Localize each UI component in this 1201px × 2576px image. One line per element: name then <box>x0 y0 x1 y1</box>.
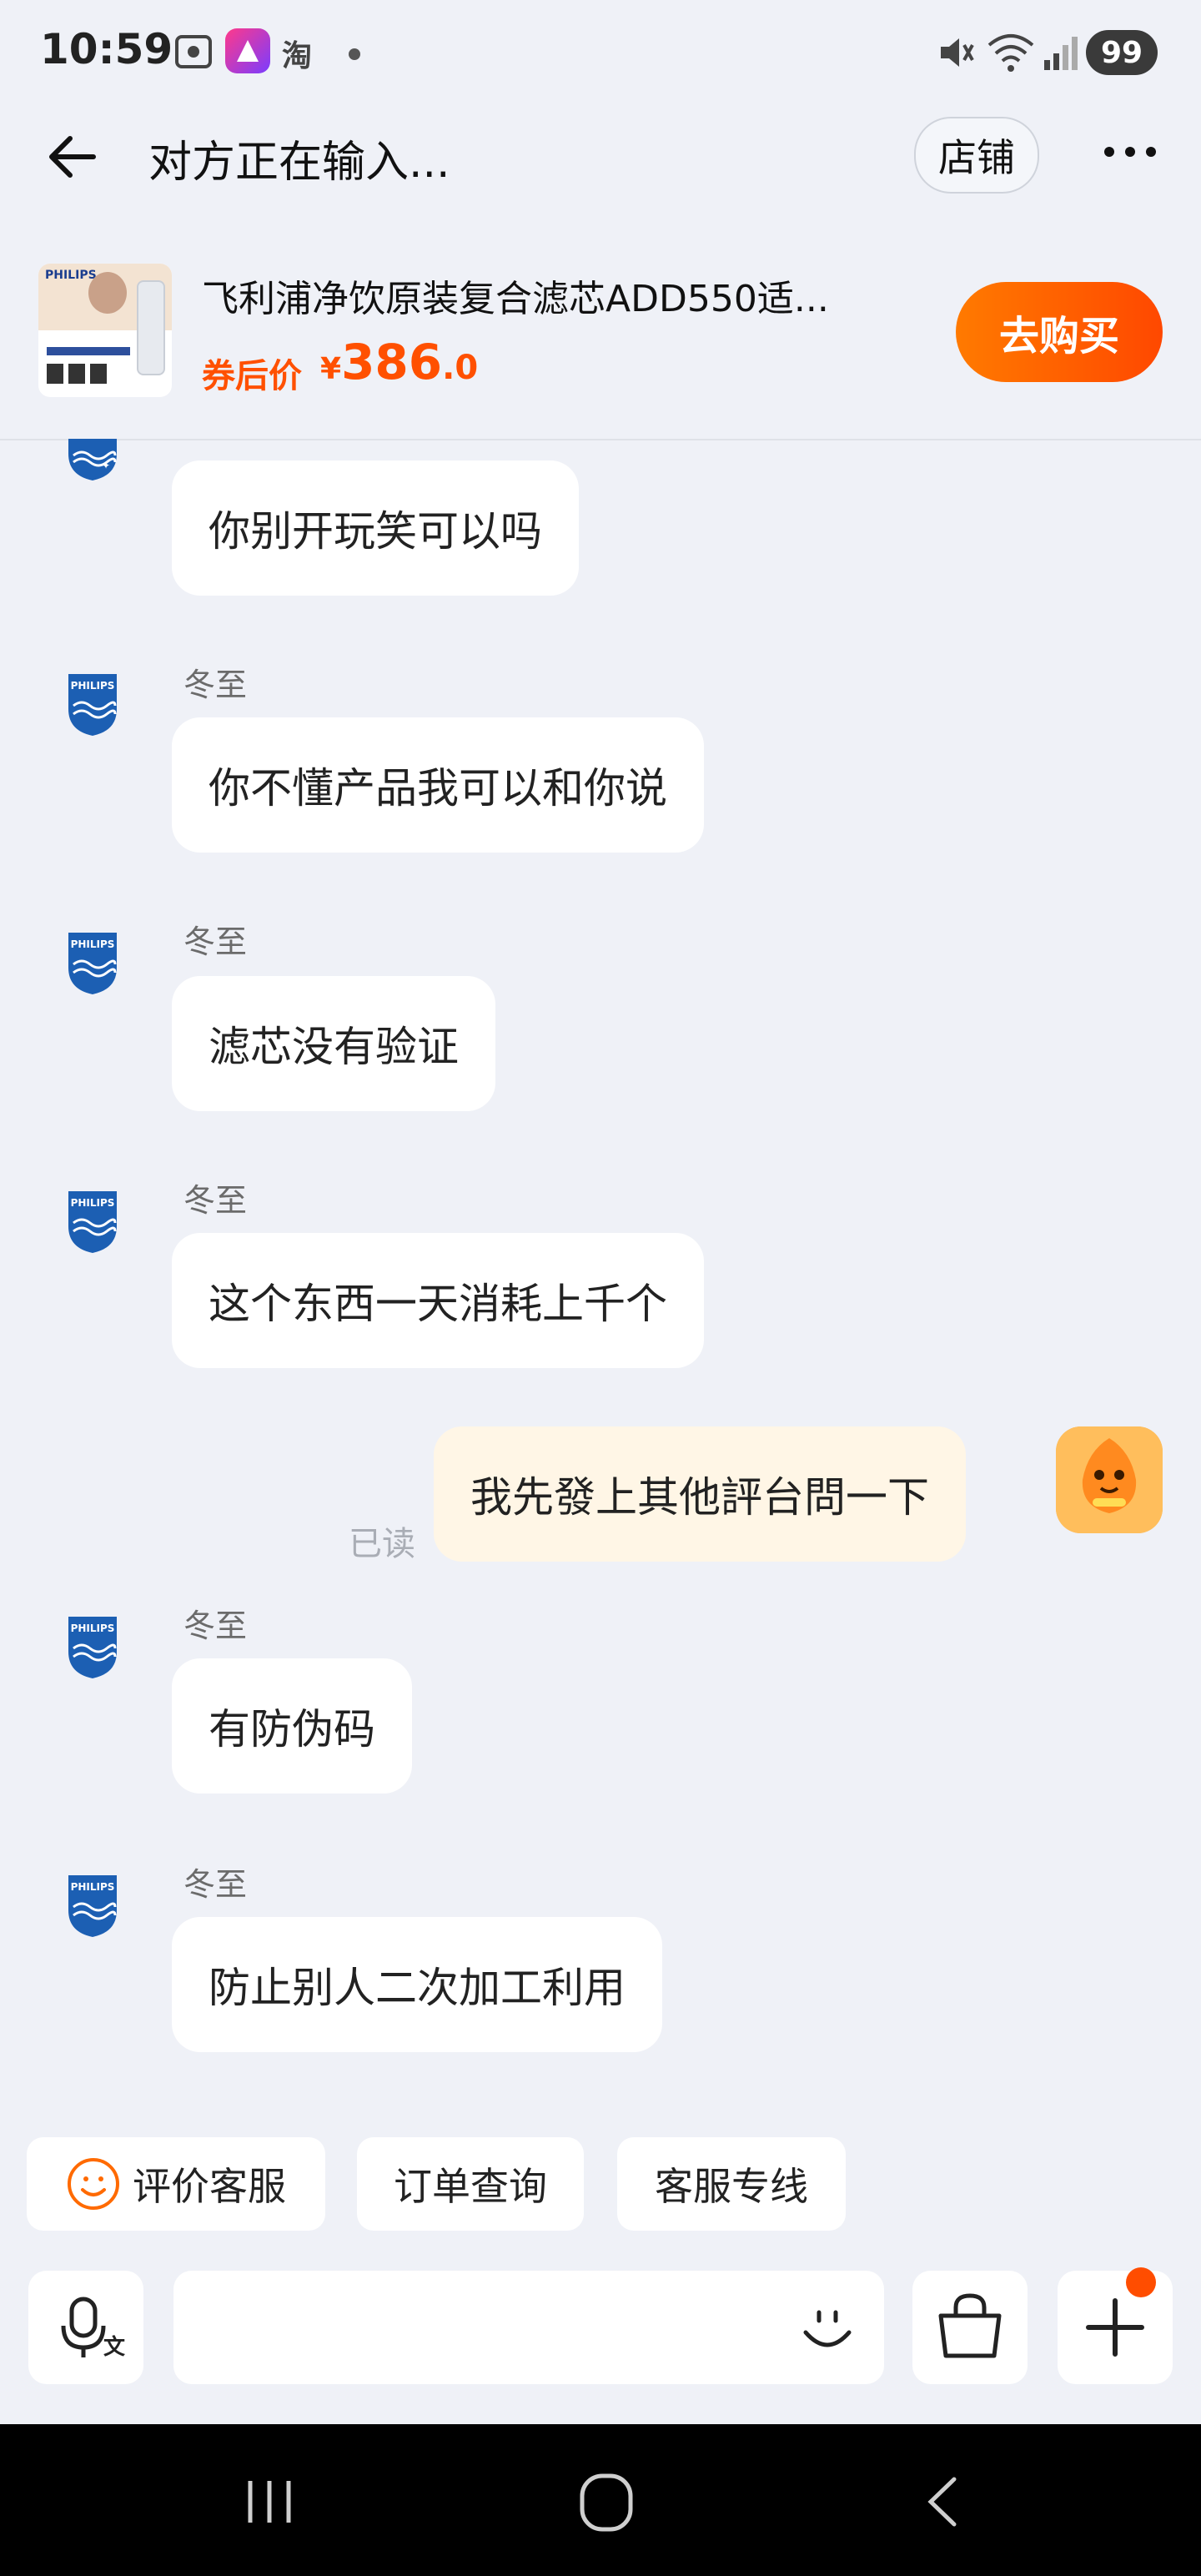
svg-text:PHILIPS: PHILIPS <box>71 1623 115 1634</box>
message-bubble[interactable]: 滤芯没有验证 <box>172 976 495 1111</box>
svg-text:PHILIPS: PHILIPS <box>71 938 115 950</box>
wifi-icon <box>987 34 1034 72</box>
home-icon[interactable] <box>577 2471 636 2534</box>
quick-reply-rate-service[interactable]: 评价客服 <box>27 2137 325 2231</box>
product-thumbnail[interactable]: PHILIPS <box>38 264 172 397</box>
plus-icon <box>1086 2298 1144 2357</box>
back-arrow-icon[interactable] <box>43 125 110 192</box>
message-bubble[interactable]: 这个东西一天消耗上千个 <box>172 1233 704 1368</box>
shopping-bag-button[interactable] <box>912 2271 1028 2384</box>
screenshot-icon <box>175 35 212 68</box>
product-card[interactable]: PHILIPS 飞利浦净饮原装复合滤芯ADD550适... 券后价 ¥386.0… <box>0 235 1201 440</box>
message-bubble[interactable]: 你不懂产品我可以和你说 <box>172 717 704 853</box>
quick-reply-order-query[interactable]: 订单查询 <box>357 2137 584 2231</box>
message-bubble[interactable]: 有防伪码 <box>172 1658 412 1794</box>
brand-avatar[interactable]: PHILIPS <box>65 1874 120 1937</box>
dot-icon <box>349 48 360 60</box>
sender-name: 冬至 <box>183 923 248 960</box>
buy-button[interactable]: 去购买 <box>956 282 1163 382</box>
sender-name: 冬至 <box>183 1607 248 1644</box>
sender-name: 冬至 <box>183 1182 248 1219</box>
shopping-bag-icon <box>938 2293 1002 2358</box>
signal-icon <box>1044 37 1078 70</box>
system-nav-bar <box>0 2424 1201 2576</box>
emoji-icon[interactable] <box>794 2296 861 2362</box>
page-title: 对方正在输入... <box>148 138 450 188</box>
product-title[interactable]: 飞利浦净饮原装复合滤芯ADD550适... <box>202 269 886 322</box>
svg-text:PHILIPS: PHILIPS <box>71 680 115 692</box>
product-price: ¥386.0 <box>320 334 479 390</box>
more-options-icon[interactable] <box>1096 127 1164 177</box>
voice-input-button[interactable]: 文 <box>28 2271 143 2384</box>
more-actions-button[interactable] <box>1058 2271 1173 2384</box>
message-bubble[interactable]: 你别开玩笑可以吗 <box>172 460 579 596</box>
svg-text:PHILIPS: PHILIPS <box>71 1881 115 1893</box>
sender-name: 冬至 <box>183 1866 248 1903</box>
message-input[interactable] <box>173 2271 884 2384</box>
brand-avatar[interactable]: PHILIPS <box>65 1615 120 1678</box>
svg-text:PHILIPS: PHILIPS <box>71 1197 115 1209</box>
microphone-icon: 文 <box>61 2297 126 2360</box>
read-status: 已读 <box>349 1525 415 1563</box>
notification-dot <box>1126 2267 1156 2297</box>
shop-button[interactable]: 店铺 <box>914 117 1039 194</box>
my-message-bubble[interactable]: 我先發上其他評台問一下 <box>434 1426 966 1562</box>
smile-icon <box>68 2158 119 2210</box>
app-icon <box>225 28 270 73</box>
coupon-price-label: 券后价 <box>202 357 302 395</box>
recent-apps-icon[interactable] <box>240 2473 299 2531</box>
taobao-icon: 淘 <box>282 39 313 73</box>
svg-text:✦: ✦ <box>102 460 110 471</box>
battery-icon: 99 <box>1086 30 1158 75</box>
message-bubble[interactable]: 防止别人二次加工利用 <box>172 1917 662 2052</box>
user-avatar[interactable] <box>1056 1426 1163 1533</box>
brand-avatar[interactable]: ✦ <box>65 439 120 480</box>
brand-avatar[interactable]: PHILIPS <box>65 1190 120 1253</box>
brand-avatar[interactable]: PHILIPS <box>65 672 120 736</box>
sender-name: 冬至 <box>183 667 248 703</box>
mute-icon <box>941 38 974 67</box>
quick-reply-service-hotline[interactable]: 客服专线 <box>617 2137 846 2231</box>
brand-avatar[interactable]: PHILIPS <box>65 931 120 994</box>
back-nav-icon[interactable] <box>917 2473 967 2531</box>
status-time: 10:59 <box>40 25 173 73</box>
svg-text:文: 文 <box>103 2334 126 2360</box>
